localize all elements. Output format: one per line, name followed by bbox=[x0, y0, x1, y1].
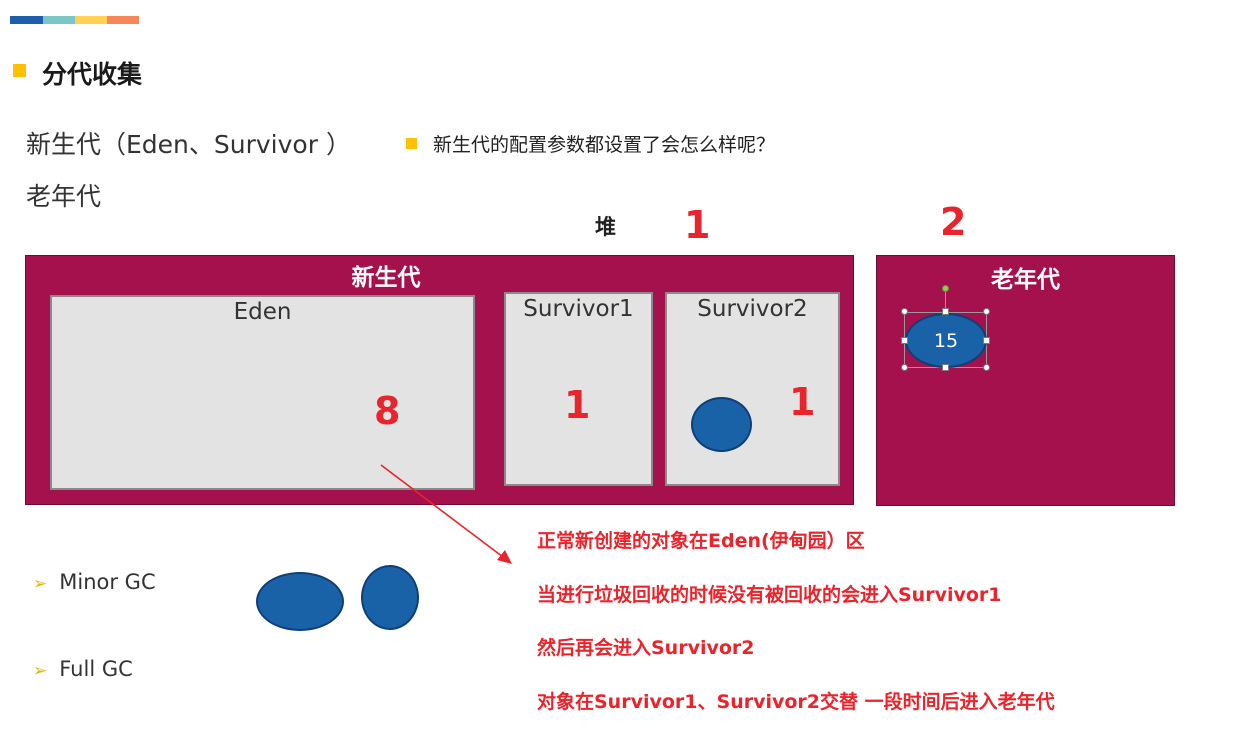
gc-item-minor: ➢ Minor GC bbox=[33, 570, 156, 594]
note-line-4: 对象在Survivor1、Survivor2交替 一段时间后进入老年代 bbox=[537, 691, 1055, 713]
annotation-arrow bbox=[380, 464, 512, 564]
gc-item-full: ➢ Full GC bbox=[33, 657, 133, 681]
arrow-shaft bbox=[380, 464, 504, 558]
gc-item-label: Full GC bbox=[59, 657, 133, 681]
note-line-2: 当进行垃圾回收的时候没有被回收的会进入Survivor1 bbox=[537, 584, 1002, 606]
note-line-3: 然后再会进入Survivor2 bbox=[537, 637, 755, 659]
gc-item-label: Minor GC bbox=[59, 570, 156, 594]
note-line-1: 正常新创建的对象在Eden(伊甸园）区 bbox=[537, 530, 865, 552]
object-oval-1 bbox=[256, 572, 344, 631]
object-oval-2 bbox=[361, 565, 419, 630]
arrow-head bbox=[497, 550, 512, 564]
arrow-bullet-icon: ➢ bbox=[33, 661, 48, 681]
arrow-bullet-icon: ➢ bbox=[33, 574, 48, 594]
